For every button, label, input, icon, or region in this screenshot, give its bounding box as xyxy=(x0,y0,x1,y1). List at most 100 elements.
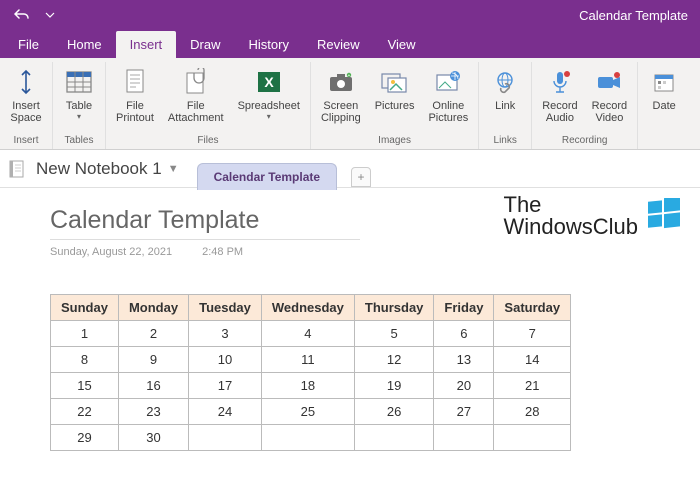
calendar-header-row: Sunday Monday Tuesday Wednesday Thursday… xyxy=(51,295,571,321)
file-printout-button[interactable]: File Printout xyxy=(110,62,160,133)
record-audio-button[interactable]: Record Audio xyxy=(536,62,583,133)
calendar-cell[interactable]: 14 xyxy=(494,347,571,373)
calendar-cell[interactable]: 3 xyxy=(189,321,262,347)
tab-review[interactable]: Review xyxy=(303,31,374,58)
record-video-label: Record Video xyxy=(592,100,627,124)
pictures-button[interactable]: Pictures xyxy=(369,62,421,133)
screen-clipping-label: Screen Clipping xyxy=(321,100,361,124)
ribbon-group-recording: Record Audio Record Video Recording xyxy=(532,62,638,149)
windows-logo-icon xyxy=(646,198,682,234)
record-video-button[interactable]: Record Video xyxy=(586,62,633,133)
svg-text:+: + xyxy=(347,73,350,79)
table-icon xyxy=(63,66,95,98)
notebook-bar: New Notebook 1 ▼ Calendar Template + xyxy=(0,150,700,188)
calendar-cell[interactable]: 28 xyxy=(494,399,571,425)
tab-file[interactable]: File xyxy=(4,31,53,58)
calendar-cell[interactable]: 25 xyxy=(261,399,354,425)
screen-clipping-button[interactable]: + Screen Clipping xyxy=(315,62,367,133)
link-icon xyxy=(489,66,521,98)
pictures-icon xyxy=(379,66,411,98)
notebook-selector[interactable]: New Notebook 1 ▼ xyxy=(36,159,179,179)
ribbon-group-label-insert: Insert xyxy=(13,133,38,149)
calendar-cell[interactable]: 20 xyxy=(434,373,494,399)
calendar-cell[interactable]: 18 xyxy=(261,373,354,399)
calendar-cell[interactable]: 5 xyxy=(354,321,434,347)
calendar-container: Sunday Monday Tuesday Wednesday Thursday… xyxy=(50,294,688,451)
undo-button[interactable] xyxy=(8,1,36,29)
title-underline xyxy=(50,239,360,240)
qat-customize-button[interactable] xyxy=(36,1,64,29)
calendar-cell[interactable]: 6 xyxy=(434,321,494,347)
video-icon xyxy=(593,66,625,98)
calendar-cell[interactable]: 27 xyxy=(434,399,494,425)
add-section-button[interactable]: + xyxy=(351,167,371,187)
calendar-cell[interactable]: 9 xyxy=(118,347,188,373)
table-row: 22232425262728 xyxy=(51,399,571,425)
calendar-cell[interactable] xyxy=(261,425,354,451)
calendar-table[interactable]: Sunday Monday Tuesday Wednesday Thursday… xyxy=(50,294,571,451)
calendar-cell[interactable]: 11 xyxy=(261,347,354,373)
window-title: Calendar Template xyxy=(579,8,688,23)
calendar-cell[interactable]: 8 xyxy=(51,347,119,373)
watermark-line1: The xyxy=(504,194,639,216)
date-button[interactable]: Date xyxy=(642,62,686,133)
calendar-header: Sunday xyxy=(51,295,119,321)
camera-icon: + xyxy=(325,66,357,98)
tab-draw[interactable]: Draw xyxy=(176,31,234,58)
notebook-icon[interactable] xyxy=(6,158,28,180)
calendar-cell[interactable] xyxy=(354,425,434,451)
page-meta: Sunday, August 22, 2021 2:48 PM xyxy=(50,246,688,258)
tab-insert[interactable]: Insert xyxy=(116,31,177,58)
calendar-cell[interactable] xyxy=(189,425,262,451)
tab-view[interactable]: View xyxy=(374,31,430,58)
calendar-cell[interactable]: 19 xyxy=(354,373,434,399)
calendar-cell[interactable]: 2 xyxy=(118,321,188,347)
table-row: 891011121314 xyxy=(51,347,571,373)
menu-bar: File Home Insert Draw History Review Vie… xyxy=(0,30,700,58)
chevron-down-icon: ▾ xyxy=(267,112,271,121)
calendar-cell[interactable] xyxy=(434,425,494,451)
table-button[interactable]: Table ▾ xyxy=(57,62,101,133)
table-row: 2930 xyxy=(51,425,571,451)
file-attachment-button[interactable]: File Attachment xyxy=(162,62,230,133)
tab-home[interactable]: Home xyxy=(53,31,116,58)
ribbon-group-label-files: Files xyxy=(197,133,218,149)
link-button[interactable]: Link xyxy=(483,62,527,133)
calendar-cell[interactable]: 7 xyxy=(494,321,571,347)
calendar-cell[interactable]: 26 xyxy=(354,399,434,425)
ribbon-group-links: Link Links xyxy=(479,62,532,149)
pictures-label: Pictures xyxy=(375,100,415,112)
calendar-cell[interactable]: 21 xyxy=(494,373,571,399)
spreadsheet-icon: X xyxy=(253,66,285,98)
ribbon-group-images: + Screen Clipping Pictures Online Pictur… xyxy=(311,62,479,149)
calendar-cell[interactable]: 12 xyxy=(354,347,434,373)
calendar-cell[interactable]: 15 xyxy=(51,373,119,399)
calendar-cell[interactable]: 30 xyxy=(118,425,188,451)
watermark-line2: WindowsClub xyxy=(504,214,639,239)
online-pictures-button[interactable]: Online Pictures xyxy=(422,62,474,133)
calendar-cell[interactable]: 10 xyxy=(189,347,262,373)
calendar-cell[interactable]: 16 xyxy=(118,373,188,399)
calendar-cell[interactable]: 1 xyxy=(51,321,119,347)
spreadsheet-button[interactable]: X Spreadsheet ▾ xyxy=(232,62,306,133)
calendar-header: Wednesday xyxy=(261,295,354,321)
tab-history[interactable]: History xyxy=(235,31,303,58)
calendar-cell[interactable]: 17 xyxy=(189,373,262,399)
chevron-down-icon: ▼ xyxy=(168,163,179,175)
online-pictures-label: Online Pictures xyxy=(428,100,468,124)
calendar-cell[interactable]: 29 xyxy=(51,425,119,451)
calendar-cell[interactable]: 23 xyxy=(118,399,188,425)
calendar-cell[interactable]: 24 xyxy=(189,399,262,425)
insert-space-button[interactable]: Insert Space xyxy=(4,62,48,133)
section-tab[interactable]: Calendar Template xyxy=(197,163,337,190)
ribbon-group-label-recording: Recording xyxy=(562,133,608,149)
calendar-cell[interactable] xyxy=(494,425,571,451)
calendar-cell[interactable]: 4 xyxy=(261,321,354,347)
file-printout-icon xyxy=(119,66,151,98)
calendar-cell[interactable]: 22 xyxy=(51,399,119,425)
calendar-cell[interactable]: 13 xyxy=(434,347,494,373)
ribbon-group-insert: Insert Space Insert xyxy=(0,62,53,149)
undo-icon xyxy=(14,7,30,23)
calendar-icon xyxy=(648,66,680,98)
plus-icon: + xyxy=(358,170,365,184)
